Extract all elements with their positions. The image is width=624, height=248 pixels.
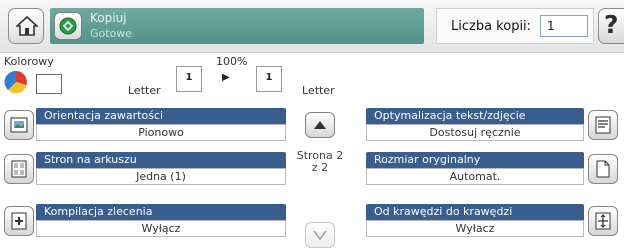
home-button[interactable] xyxy=(8,8,44,44)
page-indicator-line2: z 2 xyxy=(311,161,329,174)
option-label: Od krawędzi do krawędzi xyxy=(366,204,584,220)
orientation-button[interactable] xyxy=(4,110,34,140)
copies-label: Liczba kopii: xyxy=(451,19,532,34)
option-pages-per-sheet[interactable]: Stron na arkuszu Jedna (1) xyxy=(0,152,290,187)
option-optimize[interactable]: Optymalizacja tekst/zdjęcie Dostosuj ręc… xyxy=(366,108,624,143)
source-count: 1 xyxy=(176,66,202,92)
option-label: Kompilacja zlecenia xyxy=(36,204,286,220)
option-job-build[interactable]: Kompilacja zlecenia Wyłącz xyxy=(0,204,290,239)
option-label: Orientacja zawartości xyxy=(36,108,286,124)
option-value: Wyłącz xyxy=(36,220,286,237)
top-bar: Kopiuj Gotowe Liczba kopii: 1 ? xyxy=(0,0,624,53)
job-build-icon xyxy=(11,212,27,230)
option-original-size[interactable]: Rozmiar oryginalny Automat. xyxy=(366,152,624,187)
option-value: Wyłacz xyxy=(366,220,584,237)
option-edge-to-edge[interactable]: Od krawędzi do krawędzi Wyłacz xyxy=(366,204,624,239)
copies-box: Liczba kopii: 1 xyxy=(436,8,594,44)
start-icon xyxy=(59,17,77,35)
copies-input[interactable]: 1 xyxy=(540,15,588,37)
status-text: Gotowe xyxy=(90,27,133,40)
page-icon[interactable] xyxy=(36,74,62,94)
option-label: Rozmiar oryginalny xyxy=(366,152,584,168)
option-label: Optymalizacja tekst/zdjęcie xyxy=(366,108,584,124)
arrow-right-icon: ▶ xyxy=(222,72,230,83)
dest-count: 1 xyxy=(256,66,282,92)
job-build-button[interactable] xyxy=(4,206,34,236)
option-orientation[interactable]: Orientacja zawartości Pionowo xyxy=(0,108,290,143)
dest-size-label: Letter xyxy=(302,84,335,97)
scroll-down-button[interactable] xyxy=(305,222,335,248)
orientation-icon xyxy=(10,117,28,133)
pages-per-sheet-button[interactable] xyxy=(4,154,34,184)
option-value: Jedna (1) xyxy=(36,168,286,185)
page-title: Kopiuj xyxy=(90,11,127,25)
option-value: Pionowo xyxy=(36,124,286,141)
help-icon: ? xyxy=(604,10,619,39)
zoom-label: 100% xyxy=(216,55,248,68)
color-mode-label: Kolorowy xyxy=(4,55,54,68)
page-indicator: Strona 2 z 2 xyxy=(290,150,350,174)
scroll-up-button[interactable] xyxy=(305,112,335,138)
chevron-up-icon xyxy=(314,121,326,129)
start-copy-button[interactable] xyxy=(54,12,82,40)
home-icon xyxy=(16,16,38,36)
original-size-icon xyxy=(596,160,610,178)
copy-header: Kopiuj Gotowe xyxy=(50,8,424,44)
optimize-button[interactable] xyxy=(588,110,618,140)
option-value: Dostosuj ręcznie xyxy=(366,124,584,141)
option-label: Stron na arkuszu xyxy=(36,152,286,168)
help-button[interactable]: ? xyxy=(598,8,624,44)
source-size-label: Letter xyxy=(128,84,161,97)
chevron-down-icon xyxy=(313,230,327,241)
color-mode-icon[interactable] xyxy=(4,70,28,94)
original-size-button[interactable] xyxy=(588,154,618,184)
edge-to-edge-button[interactable] xyxy=(588,206,618,236)
edge-to-edge-icon xyxy=(595,212,611,230)
optimize-icon xyxy=(595,116,611,134)
pages-per-sheet-icon xyxy=(11,160,27,178)
option-value: Automat. xyxy=(366,168,584,185)
